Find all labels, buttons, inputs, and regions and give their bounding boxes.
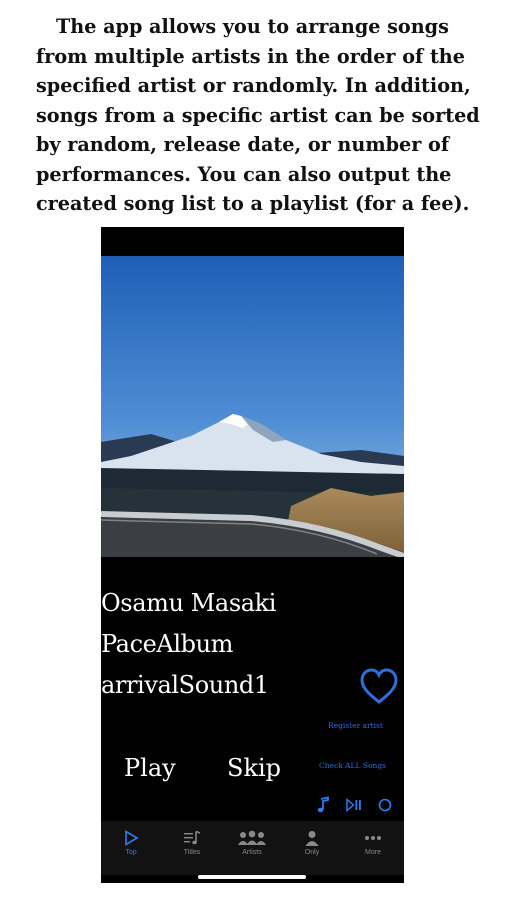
tab-label: Titles (183, 849, 201, 856)
person-icon (305, 831, 319, 846)
artists-icon (238, 830, 266, 845)
play-icon (125, 830, 139, 846)
check-all-songs-link[interactable]: Check ALL Songs (319, 761, 386, 770)
tab-label: More (365, 849, 381, 856)
register-artist-link[interactable]: Register artist (328, 721, 383, 730)
tab-more[interactable]: More (343, 821, 403, 875)
play-button[interactable]: Play (124, 754, 176, 782)
skip-button[interactable]: Skip (227, 754, 281, 782)
titles-icon (184, 830, 201, 845)
album-artwork (101, 256, 404, 557)
song-title: arrivalSound1 (101, 671, 269, 699)
repeat-icon[interactable] (376, 796, 394, 814)
heart-icon[interactable] (359, 667, 399, 705)
tab-label: Artists (242, 849, 262, 856)
home-indicator (198, 875, 306, 879)
tab-titles[interactable]: Titles (162, 821, 222, 875)
description-text: The app allows you to arrange songs from… (36, 15, 480, 215)
music-note-icon[interactable] (314, 796, 332, 814)
tab-label: Top (125, 849, 137, 856)
phone-screenshot: Osamu Masaki PaceAlbum arrivalSound1 Reg… (101, 227, 404, 883)
tab-bar: Top Titles Artists Only More (101, 821, 404, 875)
tab-label: Only (304, 849, 320, 856)
tab-top[interactable]: Top (101, 821, 161, 875)
play-pause-icon[interactable] (345, 796, 363, 814)
album-name: PaceAlbum (101, 630, 234, 658)
tab-only[interactable]: Only (282, 821, 342, 875)
more-icon (365, 836, 381, 840)
tab-artists[interactable]: Artists (222, 821, 282, 875)
artist-name: Osamu Masaki (101, 589, 277, 617)
